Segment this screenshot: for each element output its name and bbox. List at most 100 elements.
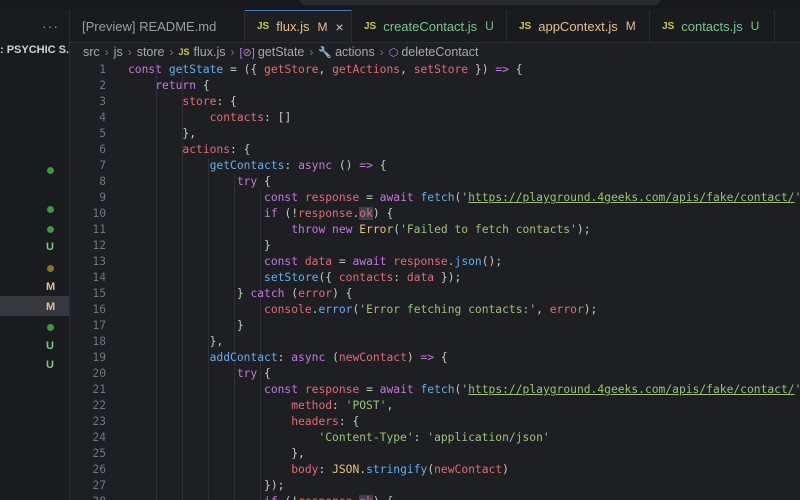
git-status-badge: M [625,19,636,33]
breadcrumb-file[interactable]: flux.js [194,45,226,59]
code-text: actions: { [128,142,250,158]
breadcrumb-getstate[interactable]: getState [258,45,305,59]
code-token: , [400,63,414,76]
code-token: : [284,159,299,172]
js-file-icon: JS [257,21,270,32]
git-status-letter: M [46,301,56,313]
code-token: : { [216,95,237,108]
code-token: { [372,159,387,172]
git-status-letter: U [46,359,54,371]
git-modified-dot-icon [46,321,54,331]
editor-tab[interactable]: [Preview] README.md [70,10,245,42]
line-number: 6 [99,143,106,156]
selected-file-row[interactable] [0,296,69,316]
code-token: JSON [332,463,360,476]
line-number: 10 [92,207,106,220]
line-number: 19 [92,351,106,364]
code-token: ) { [332,287,353,300]
line-number: 5 [99,127,106,140]
code-token: fetch [420,383,455,396]
line-number: 14 [92,271,106,284]
code-token: } [128,319,244,332]
code-token: : [277,351,292,364]
code-text: try { [128,174,271,190]
code-token: if [264,207,278,220]
symbol-variable-icon: [⊘] [239,46,255,59]
tab-label: appContext.js [538,18,618,34]
line-number: 28 [70,494,106,500]
line-number: 1 [99,63,106,76]
code-token: } [128,239,271,252]
code-token: = [359,191,380,204]
code-token: ); [583,303,598,316]
breadcrumb-deletecontact[interactable]: deleteContact [401,45,478,59]
code-token: = [359,383,380,396]
code-text: headers: { [128,414,359,430]
code-token: catch [250,287,285,300]
tab-label: contacts.js [681,18,743,34]
editor-tab[interactable]: JS flux.js M × [245,10,352,42]
code-token: () [332,159,360,172]
line-number: 9 [99,191,106,204]
breadcrumb-src[interactable]: src [83,45,100,59]
code-token: , [386,399,394,412]
chevron-right-icon: › [309,45,314,59]
editor-tab[interactable]: JS contacts.js U [650,10,775,42]
breadcrumb-js[interactable]: js [114,45,123,59]
code-token: ) [406,351,421,364]
editor-tab[interactable]: JS appContext.js M [507,10,650,42]
code-token: } [128,287,251,300]
code-token: try [236,175,258,188]
line-number: 20 [92,367,106,380]
symbol-property-icon: 🔧 [318,46,333,59]
line-number: 22 [92,399,106,412]
code-token: console [264,303,312,316]
line-number: 23 [92,415,106,428]
code-text: body: JSON.stringify(newContact) [128,462,509,478]
git-modified-dot-icon [46,164,54,174]
code-token: headers [291,415,339,428]
code-token: actions [182,143,231,156]
code-token: const [264,191,305,204]
code-text: const response = await fetch('https://pl… [128,382,800,398]
code-token: async [291,351,326,364]
chevron-right-icon: › [230,45,235,59]
chevron-right-icon: › [169,45,174,59]
more-actions-icon[interactable]: ··· [42,18,59,34]
close-icon[interactable]: × [335,19,343,35]
js-file-icon: JS [178,47,190,57]
code-token: Error [359,223,394,236]
code-token: }, [128,335,224,348]
git-status-letter: M [46,281,56,293]
code-token: try [236,367,258,380]
code-token: getContacts [209,159,285,172]
breadcrumb-store[interactable]: store [137,45,165,59]
code-token: (! [278,495,298,500]
breadcrumb-actions[interactable]: actions [335,45,375,59]
tab-label: flux.js [276,19,310,34]
code-text: }); [128,478,284,494]
code-text: store: { [128,94,237,110]
code-token: json [454,255,482,268]
code-text: getContacts: async () => { [128,158,387,174]
line-number: 17 [92,319,106,332]
line-number: 27 [92,479,106,492]
editor-tab[interactable]: JS createContact.js U [352,10,507,42]
code-editor[interactable]: 1 const getState = ({ getStore, getAction… [70,62,800,500]
code-token: response [298,495,352,500]
symbol-method-icon: ⬡ [388,46,399,59]
project-title[interactable]: : PSYCHIC S... [0,44,69,56]
code-token: }); [434,271,462,284]
command-center[interactable] [300,0,660,5]
code-token: : [] [264,111,292,124]
code-token: newContact [434,463,503,476]
code-text: console.error('Error fetching contacts:'… [128,302,597,318]
code-token: . [447,255,455,268]
git-status-letter: U [46,241,54,253]
chevron-right-icon: › [379,45,384,59]
chevron-right-icon: › [127,45,132,59]
code-token: async [298,159,333,172]
